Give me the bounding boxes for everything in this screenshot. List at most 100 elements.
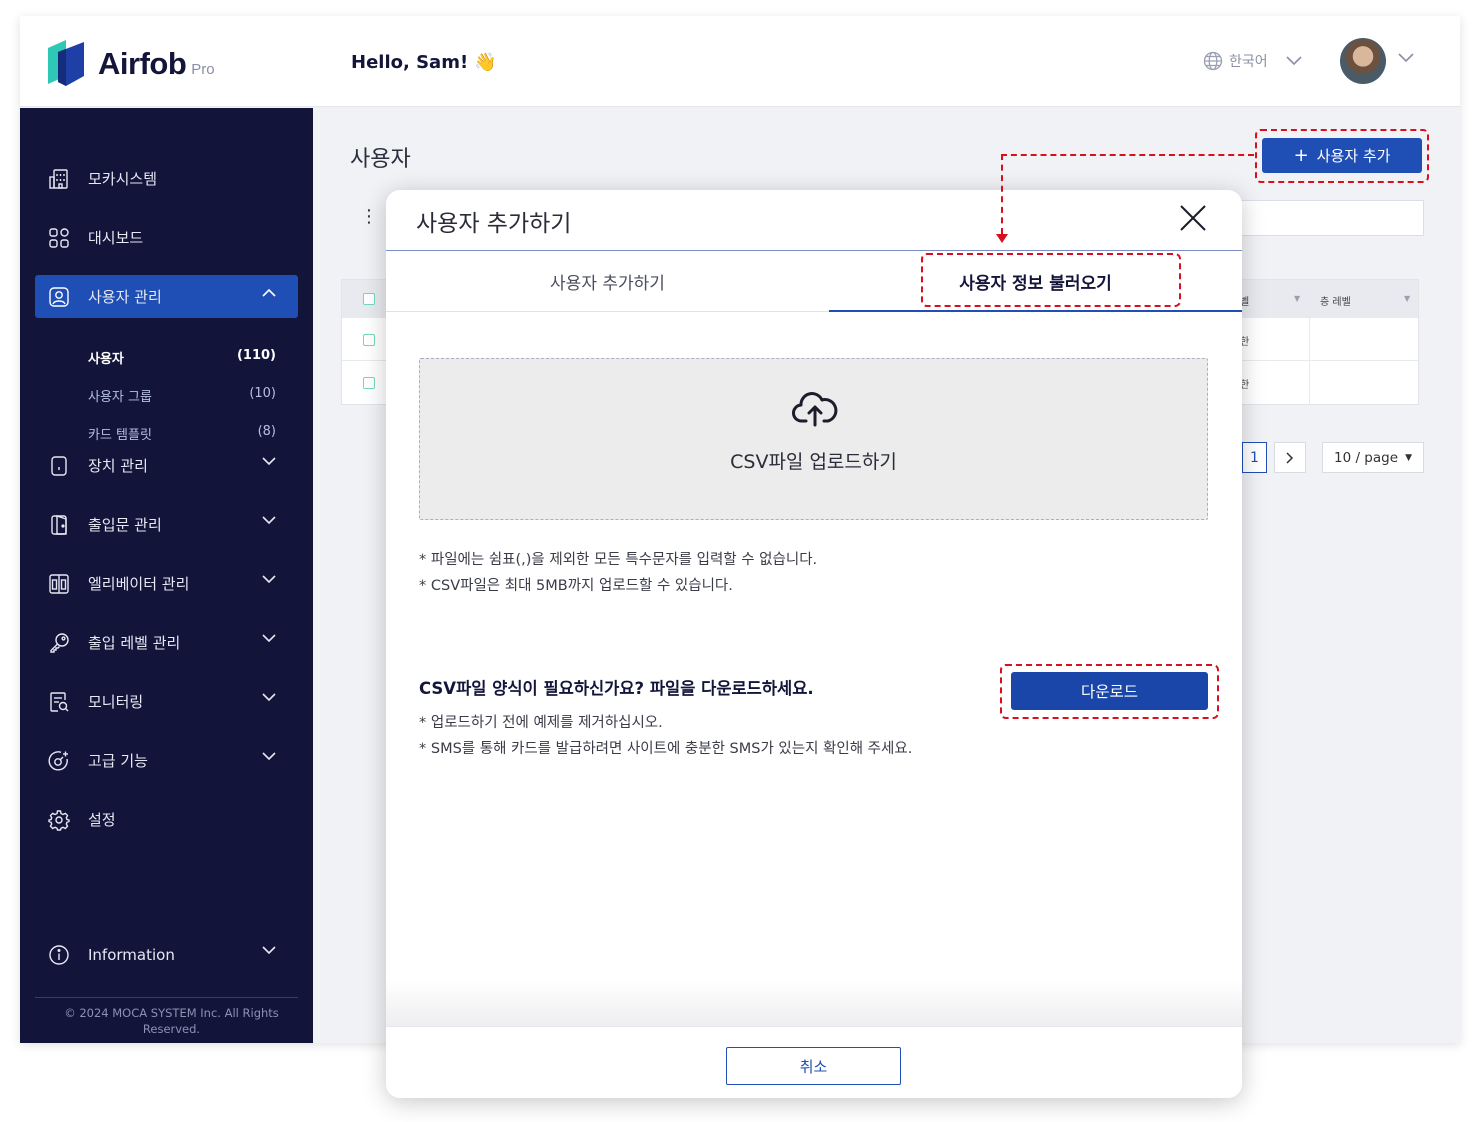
language-selector[interactable]: 한국어: [1203, 51, 1302, 71]
chevron-down-icon: [262, 575, 276, 584]
subitem-count: (110): [236, 348, 276, 363]
chevron-down-icon: [262, 946, 276, 955]
sidebar-item-user-management[interactable]: 사용자 관리: [35, 275, 298, 318]
page-size-select[interactable]: 10 / page ▼: [1322, 442, 1424, 473]
top-bar: Airfob Pro Hello, Sam! 👋 한국어: [20, 16, 1460, 107]
advanced-icon: [47, 749, 71, 773]
sidebar-item-label: 장치 관리: [88, 457, 148, 475]
logo[interactable]: Airfob Pro: [44, 36, 215, 88]
airfob-logo-icon: [44, 36, 86, 88]
template-note: * 업로드하기 전에 예제를 제거하십시오.: [419, 715, 663, 731]
select-all-checkbox[interactable]: [363, 293, 375, 305]
modal-title: 사용자 추가하기: [416, 211, 572, 237]
dashboard-icon: [47, 226, 71, 250]
sidebar-item-access-levels[interactable]: 출입 레벨 관리: [35, 621, 298, 664]
subitem-label: 사용자: [88, 352, 124, 367]
info-icon: [47, 943, 71, 967]
csv-template-question: CSV파일 양식이 필요하신가요? 파일을 다운로드하세요.: [419, 679, 814, 698]
chevron-down-icon[interactable]: [1398, 53, 1414, 63]
cancel-button[interactable]: 취소: [726, 1047, 901, 1085]
sidebar-item-label: 사용자 관리: [88, 288, 162, 306]
sidebar-item-information[interactable]: Information: [35, 933, 298, 976]
copyright: © 2024 MOCA SYSTEM Inc. All Rights Reser…: [64, 1006, 279, 1036]
subitem-count: (10): [249, 386, 276, 401]
chevron-up-icon: [262, 288, 276, 297]
sidebar-item-label: 출입 레벨 관리: [88, 634, 181, 652]
modal-scroll-fade: [386, 980, 1242, 1026]
sidebar-item-label: 고급 기능: [88, 752, 148, 770]
gear-icon: [47, 808, 71, 832]
sidebar-item-label: 엘리베이터 관리: [88, 575, 190, 593]
sidebar-item-advanced[interactable]: 고급 기능: [35, 739, 298, 782]
chevron-down-icon: [262, 457, 276, 466]
sidebar-divider: [35, 997, 298, 998]
upload-note: * 파일에는 쉼표(,)을 제외한 모든 특수문자를 입력할 수 없습니다.: [419, 552, 818, 568]
user-icon: [47, 285, 71, 309]
sidebar-subitem-card-templates[interactable]: 카드 템플릿 (8): [88, 424, 276, 443]
sidebar-item-settings[interactable]: 설정: [35, 798, 298, 841]
upload-label: CSV파일 업로드하기: [730, 451, 897, 473]
tab-add-user[interactable]: 사용자 추가하기: [386, 252, 829, 312]
elevator-icon: [47, 572, 71, 596]
logo-text: Airfob: [98, 46, 187, 81]
sidebar-item-label: 대시보드: [88, 229, 144, 247]
sidebar-subitem-user-groups[interactable]: 사용자 그룹 (10): [88, 386, 276, 405]
annotation-highlight: [1000, 664, 1219, 719]
annotation-highlight: [1255, 129, 1429, 183]
subitem-count: (8): [257, 424, 276, 439]
column-divider: [1309, 317, 1310, 405]
page-size-value: 10 / page: [1334, 449, 1399, 466]
upload-note: * CSV파일은 최대 5MB까지 업로드할 수 있습니다.: [419, 578, 733, 594]
modal-footer: 취소: [386, 1026, 1242, 1098]
sidebar-item-label: 출입문 관리: [88, 516, 162, 534]
annotation-highlight: [921, 253, 1181, 307]
language-label: 한국어: [1229, 54, 1268, 70]
sidebar-item-company[interactable]: 모카시스템: [35, 157, 298, 200]
chevron-down-icon: [262, 693, 276, 702]
building-icon: [47, 167, 71, 191]
filter-icon[interactable]: ▼: [1294, 294, 1300, 303]
sidebar: 모카시스템 대시보드 사용자 관리 사용자 (110) 사용자 그룹 (10) …: [20, 108, 313, 1043]
sidebar-item-elevators[interactable]: 엘리베이터 관리: [35, 562, 298, 605]
greeting: Hello, Sam! 👋: [351, 52, 497, 73]
key-icon: [47, 631, 71, 655]
close-icon[interactable]: [1179, 204, 1207, 232]
page-button-current[interactable]: 1: [1242, 442, 1267, 473]
sidebar-item-doors[interactable]: 출입문 관리: [35, 503, 298, 546]
chevron-down-icon: [1286, 56, 1302, 66]
column-header: 층 레벨: [1320, 297, 1351, 308]
avatar[interactable]: [1340, 38, 1386, 84]
globe-icon: [1203, 51, 1223, 71]
chevron-right-icon: [1286, 451, 1294, 464]
sidebar-item-label: 모니터링: [88, 693, 144, 711]
search-input[interactable]: [1235, 200, 1424, 236]
annotation-arrow-line: [1001, 154, 1254, 156]
caret-down-icon: ▼: [1405, 452, 1412, 463]
csv-upload-dropzone[interactable]: CSV파일 업로드하기: [419, 358, 1208, 520]
row-checkbox[interactable]: [363, 334, 375, 346]
row-checkbox[interactable]: [363, 377, 375, 389]
monitor-icon: [47, 690, 71, 714]
sidebar-item-dashboard[interactable]: 대시보드: [35, 216, 298, 259]
chevron-down-icon: [262, 516, 276, 525]
more-options-icon[interactable]: ⋮: [360, 206, 378, 227]
sidebar-item-monitoring[interactable]: 모니터링: [35, 680, 298, 723]
device-icon: [47, 454, 71, 478]
modal-header-divider: [386, 250, 1242, 251]
sidebar-item-label: 모카시스템: [88, 170, 158, 188]
subitem-label: 사용자 그룹: [88, 390, 152, 405]
annotation-arrow-head: [996, 234, 1008, 243]
chevron-down-icon: [262, 634, 276, 643]
subitem-label: 카드 템플릿: [88, 428, 152, 443]
sidebar-item-label: 설정: [88, 811, 116, 829]
sidebar-item-label: Information: [88, 945, 175, 964]
add-user-modal: 사용자 추가하기 사용자 추가하기 사용자 정보 불러오기 CSV파일 업로드하…: [386, 190, 1242, 1098]
next-page-button[interactable]: [1274, 442, 1306, 473]
sidebar-subitem-users[interactable]: 사용자 (110): [88, 348, 276, 367]
filter-icon[interactable]: ▼: [1404, 294, 1410, 303]
sidebar-item-devices[interactable]: 장치 관리: [35, 444, 298, 487]
chevron-down-icon: [262, 752, 276, 761]
door-icon: [47, 513, 71, 537]
template-note: * SMS를 통해 카드를 발급하려면 사이트에 충분한 SMS가 있는지 확인…: [419, 741, 913, 757]
logo-sub: Pro: [191, 61, 215, 78]
